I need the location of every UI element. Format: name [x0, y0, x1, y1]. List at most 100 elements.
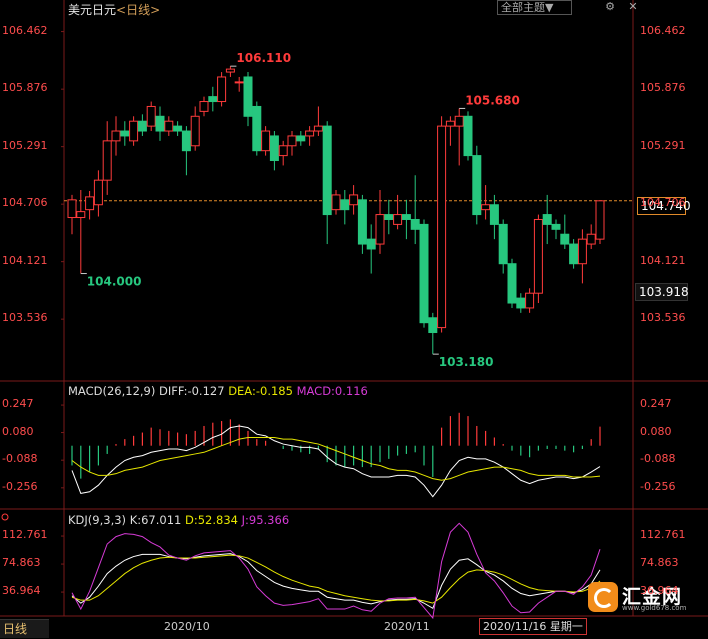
candle-body — [357, 199, 367, 245]
candle-body — [269, 135, 279, 162]
kdj-d-value: D:52.834 — [185, 513, 238, 527]
annotation-label: 104.000 — [87, 275, 142, 289]
candle-body — [481, 204, 491, 211]
cursor-price-flag: 103.918 — [635, 283, 689, 301]
candle-body — [313, 125, 323, 132]
candle-body — [322, 125, 332, 216]
timeframe-label: <日线> — [116, 3, 161, 17]
candle-body — [489, 204, 499, 225]
macd-tick-left: -0.256 — [2, 479, 38, 493]
price-annotations: 106.110 105.680 104.000 103.180 — [80, 51, 520, 369]
candle-body — [146, 105, 156, 127]
candle-body — [445, 120, 455, 127]
candle-body — [569, 243, 579, 265]
candlestick-series — [67, 66, 605, 355]
kdj-tick-left: 112.761 — [2, 528, 48, 542]
candle-body — [93, 179, 103, 206]
price-tick-left: 106.462 — [2, 23, 48, 37]
chart-title: 美元日元<日线> — [68, 1, 160, 18]
candle-body — [419, 223, 429, 324]
candle-body — [199, 101, 209, 112]
kdj-j-line — [71, 522, 601, 620]
candle-body — [375, 214, 385, 245]
candle-body — [498, 223, 508, 265]
macd-tick-right: -0.088 — [640, 452, 676, 466]
chart-canvas[interactable]: 106.110 105.680 104.000 103.180 — [0, 0, 708, 639]
candle-body — [85, 196, 95, 211]
candle-body — [533, 218, 543, 294]
price-tick-left: 105.291 — [2, 138, 48, 152]
settings-icon[interactable]: ⚙ — [603, 0, 617, 13]
candle-body — [349, 194, 359, 206]
candle-body — [401, 214, 411, 220]
candle-body — [234, 81, 244, 84]
candle-body — [76, 211, 86, 219]
theme-dropdown[interactable]: 全部主题▼ — [497, 0, 572, 15]
kdj-k-value: K:67.011 — [129, 513, 182, 527]
candle-body — [243, 76, 253, 117]
close-icon[interactable]: ✕ — [626, 0, 640, 13]
kdj-legend: KDJ(9,3,3) K:67.011 D:52.834 J:95.366 — [68, 513, 289, 527]
price-tick-left: 105.876 — [2, 81, 48, 95]
macd-tick-left: -0.088 — [2, 452, 38, 466]
candle-body — [173, 125, 183, 132]
candle-body — [261, 130, 271, 152]
kdj-title: KDJ(9,3,3) — [68, 513, 127, 527]
price-tick-left: 104.121 — [2, 253, 48, 267]
candle-body — [181, 130, 191, 152]
kdj-j-value: J:95.366 — [241, 513, 290, 527]
cursor-date-box: 2020/11/16 星期一 — [479, 618, 587, 635]
annotation-label: 103.180 — [439, 355, 494, 369]
candle-body — [287, 135, 297, 147]
macd-tick-left: 0.247 — [2, 397, 34, 411]
logo-url: www.gold678.com — [622, 604, 687, 612]
candle-body — [340, 199, 350, 211]
macd-tick-right: -0.256 — [640, 479, 676, 493]
macd-title: MACD(26,12,9) — [68, 384, 156, 398]
candle-body — [525, 292, 535, 309]
price-tick-left: 103.536 — [2, 311, 48, 325]
candle-body — [393, 214, 403, 225]
candle-body — [129, 120, 139, 142]
price-tick-left: 104.706 — [2, 196, 48, 210]
candle-body — [577, 238, 587, 265]
candle-body — [225, 68, 235, 73]
annotation-label: 106.110 — [236, 51, 291, 65]
candle-body — [516, 297, 526, 309]
candle-body — [190, 115, 200, 147]
candle-body — [551, 223, 561, 230]
kdj-d-line — [71, 554, 601, 604]
candle-body — [164, 120, 174, 132]
macd-tick-left: 0.080 — [2, 424, 34, 438]
candle-body — [507, 263, 517, 304]
kdj-tick-left: 36.964 — [2, 584, 41, 598]
candle-body — [155, 115, 165, 132]
price-tick-right: 105.876 — [640, 81, 686, 95]
candle-body — [384, 214, 394, 220]
candle-body — [366, 238, 376, 250]
candle-body — [296, 135, 306, 142]
kdj-tick-left: 74.863 — [2, 556, 41, 570]
macd-hist-value: MACD:0.116 — [296, 384, 368, 398]
candle-body — [463, 115, 473, 157]
candle-body — [67, 199, 77, 219]
kdj-tick-right: 112.761 — [640, 528, 686, 542]
macd-tick-right: 0.247 — [640, 397, 672, 411]
price-tick-right: 104.121 — [640, 253, 686, 267]
candle-body — [560, 233, 570, 245]
price-tick-right: 104.706 — [640, 196, 686, 210]
candle-body — [472, 155, 482, 216]
candle-body — [595, 200, 605, 240]
macd-diff-value: DIFF:-0.127 — [159, 384, 225, 398]
candle-body — [208, 96, 218, 103]
panel-marker-icon — [1, 513, 9, 521]
price-tick-right: 103.536 — [640, 311, 686, 325]
candle-body — [111, 130, 121, 142]
candle-body — [331, 194, 341, 211]
candle-body — [252, 105, 262, 152]
candle-body — [542, 214, 552, 225]
price-tick-right: 106.462 — [640, 23, 686, 37]
candle-body — [217, 76, 227, 103]
candle-body — [410, 218, 420, 230]
period-tab-daily[interactable]: 日线 — [0, 619, 49, 638]
